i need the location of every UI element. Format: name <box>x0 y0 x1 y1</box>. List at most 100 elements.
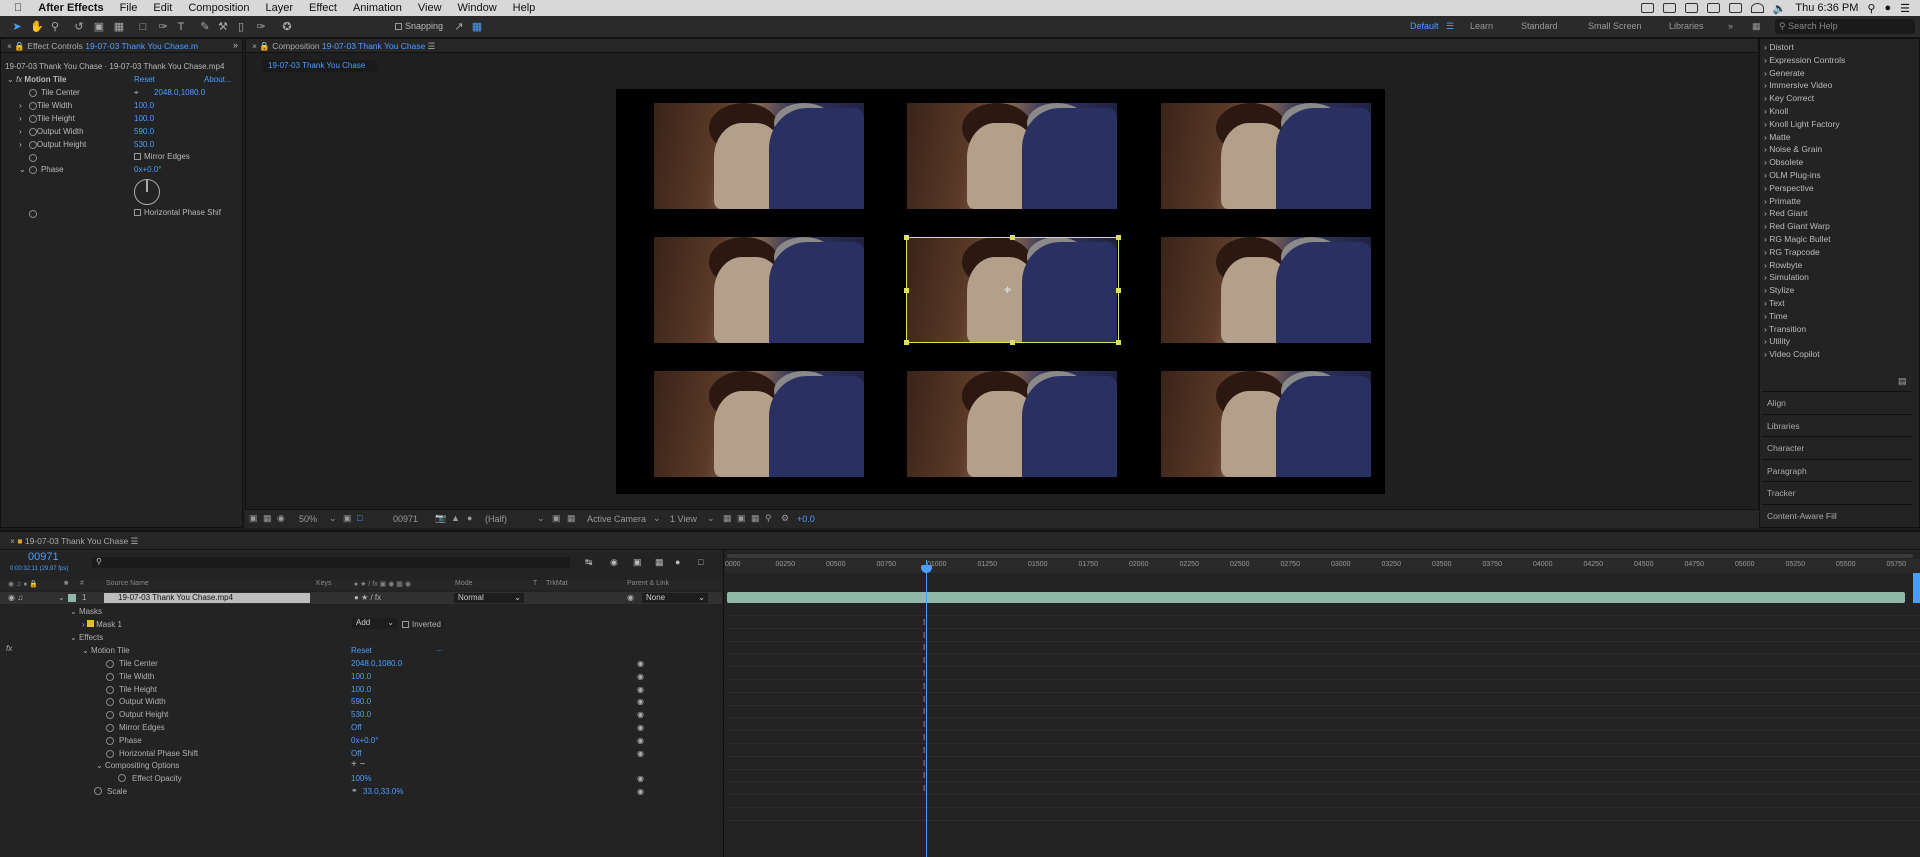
stopwatch-icon[interactable] <box>106 660 114 668</box>
fx-icon[interactable]: fx <box>6 644 12 653</box>
tile-height-value[interactable]: 100.0 <box>134 113 154 125</box>
motion-blur-icon[interactable]: ● <box>675 557 680 567</box>
effect-category[interactable]: › Key Correct <box>1764 93 1814 103</box>
effect-category[interactable]: › RG Magic Bullet <box>1764 234 1831 244</box>
chevron-down-icon[interactable]: ⌄ <box>58 593 65 602</box>
clock[interactable]: Thu 6:36 PM <box>1795 2 1858 14</box>
chevron-down-icon[interactable]: ⌄ <box>707 513 715 524</box>
zoom-dropdown[interactable]: 50% <box>299 514 317 524</box>
chevron-down-icon[interactable]: ⌄ <box>329 513 337 524</box>
menu-animation[interactable]: Animation <box>345 2 410 14</box>
rotate-tool-icon[interactable]: ↺ <box>72 20 86 34</box>
keys-header[interactable]: Keys <box>316 580 332 587</box>
phase-value[interactable]: 0x+0.0° <box>134 164 161 176</box>
keyframe-marker[interactable]: I <box>923 682 925 691</box>
expression-pickwhip-icon[interactable]: ◉ <box>637 749 644 758</box>
horizontal-phase-shift-checkbox[interactable] <box>134 209 141 216</box>
constrain-proportions-icon[interactable]: ⚭ <box>351 786 358 795</box>
motion-tile-group[interactable]: ⌄ Motion Tile <box>82 646 130 655</box>
effect-category[interactable]: › Immersive Video <box>1764 80 1832 90</box>
t-header[interactable]: T <box>533 580 537 587</box>
menu-composition[interactable]: Composition <box>180 2 257 14</box>
stopwatch-icon[interactable] <box>29 89 37 97</box>
camera-tool-icon[interactable]: ▣ <box>92 20 106 34</box>
snap-icon[interactable]: ↗ <box>452 20 466 34</box>
property-value[interactable]: 2048.0,1080.0 <box>351 659 402 668</box>
composition-tab[interactable]: × 🔒 Composition 19-07-03 Thank You Chase… <box>246 39 1758 53</box>
always-preview-icon[interactable]: ▣ <box>249 513 258 524</box>
brush-tool-icon[interactable]: ✎ <box>198 20 212 34</box>
workspace-libraries[interactable]: Libraries <box>1669 21 1704 31</box>
menu-view[interactable]: View <box>410 2 450 14</box>
effect-category[interactable]: › Noise & Grain <box>1764 144 1822 154</box>
expression-pickwhip-icon[interactable]: ◉ <box>637 736 644 745</box>
vr-icon[interactable]: ◉ <box>277 513 285 524</box>
expand-icon[interactable]: ⌄ <box>7 75 14 84</box>
stopwatch-icon[interactable] <box>29 128 37 136</box>
effect-category[interactable]: › Perspective <box>1764 183 1814 193</box>
effect-category[interactable]: › Expression Controls <box>1764 55 1845 65</box>
search-help-input[interactable]: ⚲ Search Help <box>1775 19 1915 34</box>
channel-icon[interactable]: ● <box>467 513 472 523</box>
menu-help[interactable]: Help <box>505 2 544 14</box>
workspace-learn[interactable]: Learn <box>1470 21 1493 31</box>
tray-icon[interactable] <box>1684 3 1698 13</box>
time-ruler[interactable]: 0000 00250 00500 00750 01000 01250 01500 01750 0… <box>725 559 1920 573</box>
workspace-menu-icon[interactable]: ☰ <box>1446 21 1454 32</box>
property-value[interactable]: Off <box>351 749 362 758</box>
clone-stamp-tool-icon[interactable]: ⚒ <box>216 20 230 34</box>
snapshot-icon[interactable]: 📷 <box>435 513 446 524</box>
keyframe-marker[interactable]: I <box>923 631 925 640</box>
expression-pickwhip-icon[interactable]: ◉ <box>637 774 644 783</box>
expression-pickwhip-icon[interactable]: ◉ <box>637 723 644 732</box>
side-panel-tab[interactable]: Libraries <box>1762 413 1912 436</box>
reset-button[interactable]: Reset <box>134 74 155 86</box>
transparency-grid-icon[interactable]: ▦ <box>567 513 576 524</box>
effect-category[interactable]: › Stylize <box>1764 285 1794 295</box>
property-value[interactable]: 0x+0.0° <box>351 736 378 745</box>
pickwhip-icon[interactable]: ◉ <box>627 593 634 602</box>
inverted-row[interactable]: Inverted <box>402 620 441 629</box>
stopwatch-icon[interactable] <box>106 749 114 758</box>
chevron-down-icon[interactable]: ⌄ <box>537 513 545 524</box>
mask-mode-dropdown[interactable]: Add ⌄ <box>352 618 397 629</box>
transform-handle[interactable] <box>904 288 909 293</box>
stopwatch-icon[interactable] <box>29 154 37 162</box>
effect-category[interactable]: › Knoll <box>1764 106 1788 116</box>
tab-menu-icon[interactable]: ☰ <box>428 41 436 51</box>
time-navigator[interactable] <box>727 554 1913 558</box>
output-width-value[interactable]: 590.0 <box>134 126 154 138</box>
timeline-search-input[interactable]: ⚲ <box>92 557 570 568</box>
side-panel-tab[interactable]: Align <box>1762 391 1912 413</box>
property-value[interactable]: 530.0 <box>351 710 371 719</box>
side-panel-tab[interactable]: Content-Aware Fill <box>1762 504 1912 526</box>
expression-pickwhip-icon[interactable]: ◉ <box>637 659 644 668</box>
snapping-checkbox[interactable] <box>395 23 402 30</box>
effect-category[interactable]: › Transition <box>1764 324 1806 334</box>
layer-duration-bar[interactable] <box>727 592 1905 603</box>
tray-icon[interactable] <box>1640 3 1654 13</box>
exposure-value[interactable]: +0.0 <box>797 514 815 524</box>
notification-icon[interactable]: ☰ <box>1900 2 1910 15</box>
side-panel-tab[interactable]: Tracker <box>1762 481 1912 503</box>
keyframe-marker[interactable]: I <box>923 759 925 768</box>
side-panel-tab[interactable]: Character <box>1762 436 1912 458</box>
stopwatch-icon[interactable] <box>29 115 37 123</box>
toggle-pixel-icon[interactable]: ▦ <box>723 513 732 524</box>
blend-mode-dropdown[interactable]: Normal ⌄ <box>454 593 524 603</box>
mask-visibility-icon[interactable]: □ <box>357 513 362 523</box>
siri-icon[interactable]: ● <box>1884 2 1891 14</box>
stopwatch-icon[interactable] <box>29 141 37 149</box>
region-of-interest-icon[interactable]: ▣ <box>552 513 561 524</box>
about-button[interactable]: About... <box>204 74 232 86</box>
effect-category[interactable]: › Knoll Light Factory <box>1764 119 1840 129</box>
keyframe-marker[interactable]: I <box>923 643 925 652</box>
workspace-small-screen[interactable]: Small Screen <box>1588 21 1642 31</box>
stopwatch-icon[interactable] <box>29 210 37 218</box>
side-panel-tab[interactable]: Paragraph <box>1762 458 1912 481</box>
effect-category[interactable]: › Simulation <box>1764 272 1809 282</box>
expression-pickwhip-icon[interactable]: ◉ <box>637 685 644 694</box>
menu-layer[interactable]: Layer <box>258 2 302 14</box>
fast-preview-icon[interactable]: ▣ <box>737 513 746 524</box>
layer-bounding-box[interactable]: ⌖ <box>904 235 1121 345</box>
